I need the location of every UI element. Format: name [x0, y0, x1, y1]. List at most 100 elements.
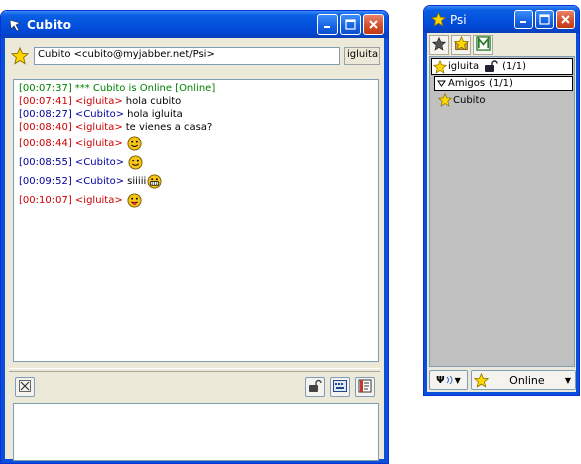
contact-row[interactable]: Cubito: [438, 92, 486, 108]
message-nick: <igluita>: [74, 138, 123, 149]
chat-window: Cubito Cubito <cubito@myjabber.net/Psi> …: [0, 10, 389, 464]
message-nick: <Cubito>: [74, 176, 125, 187]
emoticons-button[interactable]: [330, 377, 350, 397]
psi-minimize-button[interactable]: [514, 10, 533, 29]
star-online-icon: [474, 372, 489, 388]
padlock-open-icon: [484, 60, 498, 73]
show-offline-button[interactable]: [429, 35, 449, 55]
window-border-right: [384, 38, 388, 463]
star-online-icon: [433, 59, 447, 74]
maximize-icon: [341, 15, 360, 34]
contact-header: Cubito <cubito@myjabber.net/Psi> igluita: [9, 46, 380, 66]
chat-message-row: [00:08:44] <igluita>: [19, 134, 373, 153]
group-header-amigos[interactable]: Amigos (1/1): [434, 76, 573, 91]
message-time: [00:07:41]: [19, 96, 72, 107]
nick-label: igluita: [344, 47, 380, 65]
chat-message-row: [00:08:55] <Cubito>: [19, 153, 373, 172]
group-count: (1/1): [489, 78, 513, 89]
message-text: te vienes a casa?: [125, 122, 213, 133]
roster-toolbar: [429, 35, 493, 55]
message-time: [00:08:27]: [19, 109, 72, 120]
dark-star-icon: [431, 36, 447, 54]
psi-close-button[interactable]: [556, 10, 575, 29]
psi-maximize-button[interactable]: [535, 10, 554, 29]
contact-address-field: Cubito <cubito@myjabber.net/Psi>: [34, 47, 340, 65]
signal-waves-icon: [446, 375, 454, 385]
chat-message-row: [00:08:27] <Cubito> hola igluita: [19, 108, 373, 121]
clear-chat-button[interactable]: [15, 377, 35, 397]
message-compose-input[interactable]: [13, 403, 379, 461]
maximize-icon: [536, 11, 553, 28]
chat-window-icon: [7, 17, 23, 33]
window-border-left: [1, 38, 5, 463]
splitter-handle[interactable]: [9, 368, 380, 372]
history-button[interactable]: [355, 377, 375, 397]
roster-list[interactable]: igluita (1/1) Amigos (1/1) Cubito: [429, 56, 575, 367]
chat-window-title: Cubito: [27, 17, 72, 32]
psi-window-title: Psi: [450, 12, 467, 27]
psi-titlebar[interactable]: Psi: [424, 6, 579, 33]
self-account-row[interactable]: igluita (1/1): [431, 58, 573, 75]
message-time: [00:08:44]: [19, 138, 72, 149]
message-nick: <Cubito>: [74, 157, 125, 168]
tongue-emoticon-icon: [127, 193, 142, 208]
star-online-icon: [438, 93, 452, 107]
message-time: [00:10:07]: [19, 195, 72, 206]
message-time: [00:07:37]: [19, 83, 72, 94]
show-self-button[interactable]: [473, 35, 493, 55]
contact-name: Cubito: [453, 94, 486, 106]
message-text: hola cubito: [125, 96, 182, 107]
chat-toolbar: [9, 376, 380, 398]
message-meta: [00:08:55] <Cubito>: [19, 156, 124, 169]
star-online-icon[interactable]: [10, 46, 30, 68]
minimize-icon: [515, 11, 532, 28]
psi-star-icon: [430, 12, 446, 28]
message-meta: [00:10:07] <igluita>: [19, 194, 123, 207]
message-text: siiiii: [127, 176, 147, 187]
status-selector[interactable]: Online ▼: [471, 370, 576, 390]
encrypt-button[interactable]: [305, 377, 325, 397]
message-meta: [00:08:27] <Cubito>: [19, 108, 124, 121]
self-contact-icon: [475, 36, 491, 54]
message-time: [00:09:52]: [19, 176, 72, 187]
self-account-count: (1/1): [502, 61, 526, 72]
message-time: [00:08:55]: [19, 157, 72, 168]
minimize-button[interactable]: [317, 14, 338, 35]
chat-message-row: [00:08:40] <igluita> te vienes a casa?: [19, 121, 373, 134]
message-text: hola igluita: [127, 109, 183, 120]
message-nick: <igluita>: [74, 195, 123, 206]
keyboard-icon: [333, 379, 347, 395]
chat-log[interactable]: [00:07:37] *** Cubito is Online [Online][…: [13, 79, 379, 362]
smile-emoticon-icon: [127, 136, 142, 151]
agents-star-icon: [453, 35, 469, 54]
wink-emoticon-icon: [128, 155, 143, 170]
chevron-down-icon: ▼: [564, 375, 571, 385]
grin-emoticon-icon: [147, 174, 162, 189]
maximize-button[interactable]: [340, 14, 361, 35]
message-text: *** Cubito is Online [Online]: [74, 83, 216, 94]
status-label: Online: [509, 373, 545, 387]
message-nick: <igluita>: [74, 96, 123, 107]
message-time: [00:08:40]: [19, 122, 72, 133]
chat-message-row: [00:10:07] <igluita>: [19, 191, 373, 210]
message-meta: [00:08:40] <igluita>: [19, 121, 123, 134]
show-agents-button[interactable]: [451, 35, 471, 55]
clear-icon: [19, 379, 31, 395]
window-border-bottom: [424, 392, 579, 395]
close-button[interactable]: [363, 14, 384, 35]
window-border-right: [576, 33, 579, 395]
chat-message-row: [00:07:37] *** Cubito is Online [Online]: [19, 82, 373, 95]
message-meta: [00:07:37]: [19, 82, 72, 95]
message-meta: [00:08:44] <igluita>: [19, 137, 123, 150]
close-icon: [364, 15, 383, 34]
history-book-icon: [358, 379, 372, 396]
chat-titlebar[interactable]: Cubito: [1, 11, 388, 38]
message-nick: <Cubito>: [74, 109, 125, 120]
message-meta: [00:09:52] <Cubito>: [19, 175, 124, 188]
self-account-name: igluita: [448, 61, 480, 72]
close-icon: [557, 11, 574, 28]
minimize-icon: [318, 15, 337, 34]
group-name: Amigos: [448, 78, 486, 89]
message-meta: [00:07:41] <igluita>: [19, 95, 123, 108]
main-menu-button[interactable]: Ψ ▼: [429, 370, 468, 390]
